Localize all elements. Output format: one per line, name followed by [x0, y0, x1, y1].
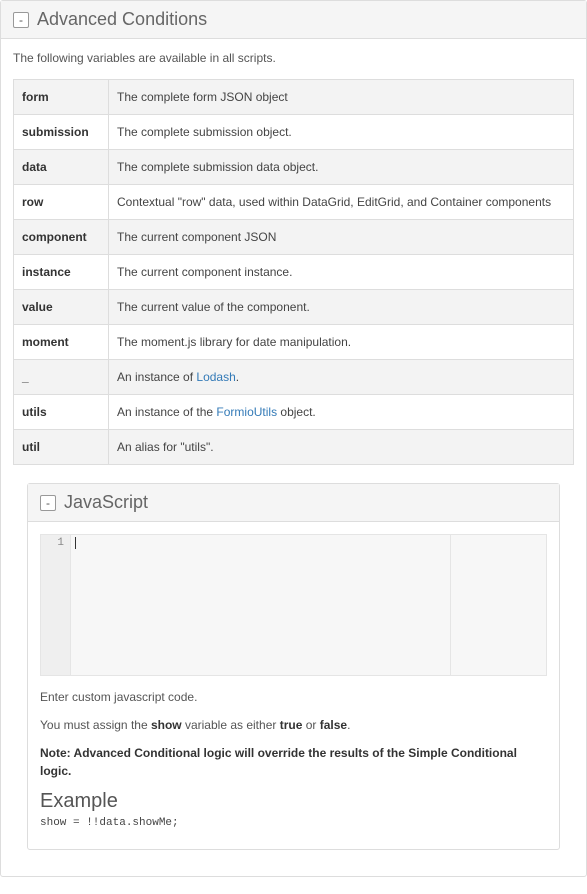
variable-desc: The current component JSON: [109, 220, 574, 255]
table-row: utilAn alias for "utils".: [14, 430, 574, 465]
variable-name: utils: [14, 395, 109, 430]
variable-desc: The complete submission object.: [109, 115, 574, 150]
variable-desc: The complete form JSON object: [109, 80, 574, 115]
code-gutter: 1: [41, 535, 71, 675]
example-heading: Example: [40, 790, 547, 813]
table-row: utilsAn instance of the FormioUtils obje…: [14, 395, 574, 430]
advanced-conditions-header[interactable]: - Advanced Conditions: [1, 1, 586, 39]
code-editor[interactable]: 1: [40, 534, 547, 676]
variable-name: component: [14, 220, 109, 255]
variable-desc: The complete submission data object.: [109, 150, 574, 185]
advanced-conditions-panel: - Advanced Conditions The following vari…: [0, 0, 587, 877]
cursor-icon: [75, 537, 76, 549]
code-input[interactable]: [71, 535, 546, 675]
collapse-toggle-icon[interactable]: -: [13, 12, 29, 28]
help-note: Note: Advanced Conditional logic will ov…: [40, 744, 547, 780]
variable-desc: An instance of Lodash.: [109, 360, 574, 395]
help-text-fragment: variable as either: [182, 718, 280, 732]
variable-name: value: [14, 290, 109, 325]
variable-desc: The moment.js library for date manipulat…: [109, 325, 574, 360]
advanced-conditions-body: The following variables are available in…: [1, 39, 586, 876]
javascript-body: 1 Enter custom javascript code. You must…: [28, 522, 559, 849]
variable-desc: Contextual "row" data, used within DataG…: [109, 185, 574, 220]
code-margin-line: [450, 535, 451, 675]
advanced-conditions-title: Advanced Conditions: [37, 9, 207, 30]
help-text-fragment: You must assign the: [40, 718, 151, 732]
variable-name: moment: [14, 325, 109, 360]
variable-name: form: [14, 80, 109, 115]
variable-desc: An instance of the FormioUtils object.: [109, 395, 574, 430]
example-code: show = !!data.showMe;: [40, 817, 547, 829]
note-bold: Note: Advanced Conditional logic will ov…: [40, 746, 517, 778]
help-text-fragment: or: [302, 718, 319, 732]
help-bold: false: [320, 718, 347, 732]
table-row: dataThe complete submission data object.: [14, 150, 574, 185]
variables-table: formThe complete form JSON objectsubmiss…: [13, 79, 574, 465]
table-row: formThe complete form JSON object: [14, 80, 574, 115]
table-row: componentThe current component JSON: [14, 220, 574, 255]
variable-desc: The current component instance.: [109, 255, 574, 290]
doc-link[interactable]: Lodash: [196, 370, 235, 384]
collapse-toggle-icon[interactable]: -: [40, 495, 56, 511]
doc-link[interactable]: FormioUtils: [216, 405, 277, 419]
javascript-title: JavaScript: [64, 492, 148, 513]
table-row: _An instance of Lodash.: [14, 360, 574, 395]
variable-name: _: [14, 360, 109, 395]
variable-desc: An alias for "utils".: [109, 430, 574, 465]
javascript-header[interactable]: - JavaScript: [28, 484, 559, 522]
variable-desc: The current value of the component.: [109, 290, 574, 325]
help-bold: true: [280, 718, 303, 732]
table-row: submissionThe complete submission object…: [14, 115, 574, 150]
variable-name: util: [14, 430, 109, 465]
help-bold: show: [151, 718, 182, 732]
table-row: momentThe moment.js library for date man…: [14, 325, 574, 360]
table-row: instanceThe current component instance.: [14, 255, 574, 290]
help-text-fragment: .: [347, 718, 350, 732]
variable-name: data: [14, 150, 109, 185]
variable-name: instance: [14, 255, 109, 290]
table-row: valueThe current value of the component.: [14, 290, 574, 325]
help-text-1: Enter custom javascript code.: [40, 688, 547, 706]
help-text-2: You must assign the show variable as eit…: [40, 716, 547, 734]
intro-text: The following variables are available in…: [13, 51, 574, 65]
variable-name: row: [14, 185, 109, 220]
table-row: rowContextual "row" data, used within Da…: [14, 185, 574, 220]
variable-name: submission: [14, 115, 109, 150]
javascript-panel: - JavaScript 1 Enter custom javascript c…: [27, 483, 560, 850]
